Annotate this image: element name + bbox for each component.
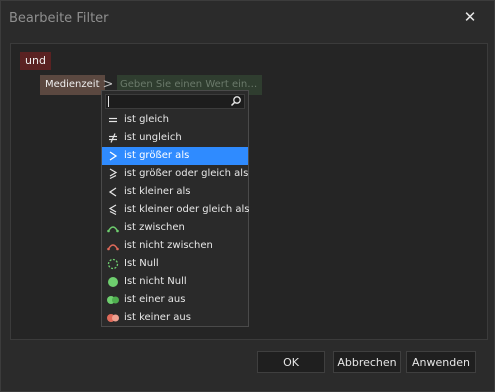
operator-item-ist-ungleich[interactable]: ist ungleich [102,129,248,147]
operator-dropdown: ist gleich ist ungleich ist größer als i… [101,90,249,327]
is-none-of-icon [107,314,119,322]
operator-item-ist-nicht-null[interactable]: Ist nicht Null [102,273,248,291]
title-bar: Bearbeite Filter ✕ [1,1,494,37]
operator-item-ist-groesser-als[interactable]: ist größer als [102,147,248,165]
ok-button[interactable]: OK [257,351,325,373]
field-chip-medienzeit[interactable]: Medienzeit [40,75,105,95]
operator-item-ist-kleiner-als[interactable]: ist kleiner als [102,183,248,201]
close-icon[interactable]: ✕ [463,10,477,25]
dialog-title: Bearbeite Filter [9,11,109,26]
not-equal-icon [109,133,117,143]
operator-item-ist-kleiner-oder-gleich-als[interactable]: ist kleiner oder gleich als [102,201,250,219]
group-operator-and[interactable]: und [20,52,51,70]
filter-editor: und Medienzeit > Geben Sie einen Wert ei… [10,43,488,340]
operator-item-ist-groesser-oder-gleich-als[interactable]: ist größer oder gleich als [102,165,248,183]
operator-item-ist-keiner-aus[interactable]: ist keiner aus [102,309,248,327]
operator-item-label: ist kleiner oder gleich als [124,204,250,215]
operator-list: ist gleich ist ungleich ist größer als i… [102,111,250,327]
is-null-icon [107,258,119,270]
is-any-of-icon [107,296,119,304]
greater-or-equal-icon [109,168,118,180]
is-not-null-icon [108,277,118,287]
operator-item-label: Ist Null [124,258,159,269]
operator-item-label: ist kleiner als [124,186,191,197]
less-or-equal-icon [108,204,117,216]
operator-item-ist-null[interactable]: Ist Null [102,255,248,273]
greater-than-icon [109,151,118,161]
not-between-icon [107,244,119,251]
less-than-icon [108,187,117,197]
operator-item-label: ist ungleich [124,132,182,143]
equals-icon [109,117,117,123]
operator-item-label: ist keiner aus [124,312,191,323]
operator-item-ist-einer-aus[interactable]: ist einer aus [102,291,248,309]
apply-button[interactable]: Anwenden [406,351,476,373]
dropdown-search-input[interactable] [105,94,245,109]
operator-item-label: Ist nicht Null [124,276,187,287]
between-icon [107,226,119,233]
cancel-button[interactable]: Abbrechen [333,351,401,373]
operator-item-ist-zwischen[interactable]: ist zwischen [102,219,248,237]
operator-item-label: ist zwischen [124,222,185,233]
operator-item-label: ist größer oder gleich als [124,168,249,179]
text-caret [108,96,109,107]
operator-item-ist-nicht-zwischen[interactable]: ist nicht zwischen [102,237,248,255]
operator-item-label: ist gleich [124,114,169,125]
filter-dialog: Bearbeite Filter ✕ und Medienzeit > Gebe… [0,0,495,392]
operator-item-ist-gleich[interactable]: ist gleich [102,111,248,129]
operator-item-label: ist größer als [124,150,190,161]
operator-item-label: ist einer aus [124,294,186,305]
operator-item-label: ist nicht zwischen [124,240,213,251]
search-icon [230,96,241,107]
